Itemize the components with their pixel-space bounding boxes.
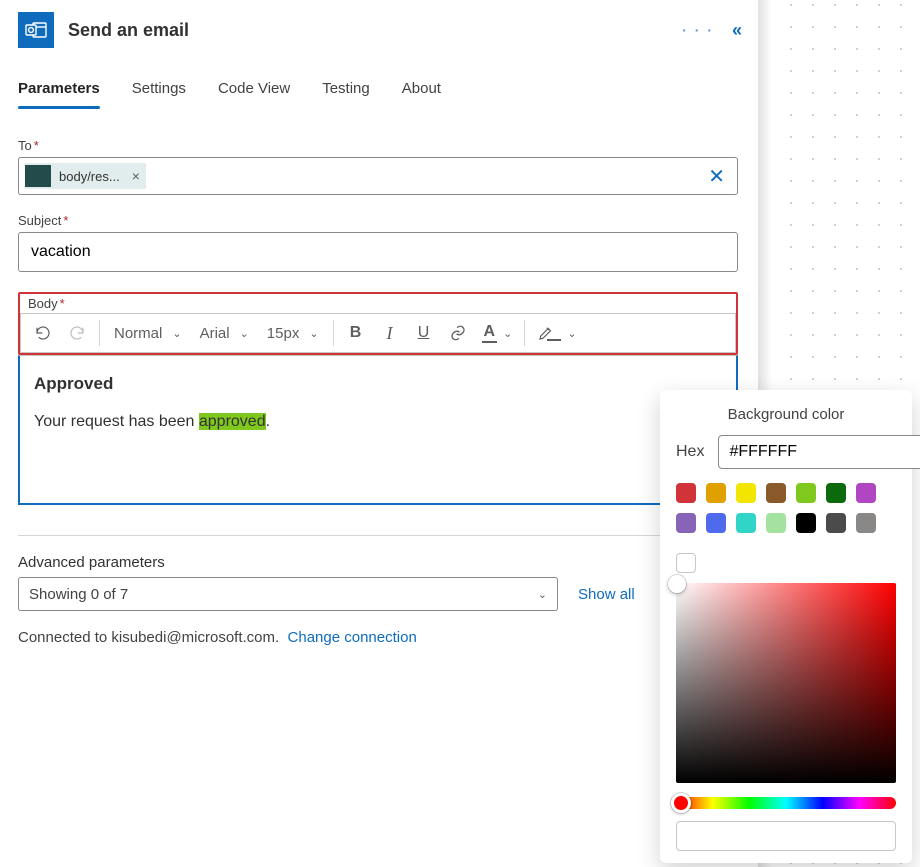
body-line: Your request has been approved. bbox=[34, 409, 722, 435]
color-swatch[interactable] bbox=[766, 483, 786, 503]
tab-about[interactable]: About bbox=[402, 74, 441, 109]
tab-bar: Parameters Settings Code View Testing Ab… bbox=[18, 74, 742, 110]
color-swatch[interactable] bbox=[796, 483, 816, 503]
advanced-parameters-dropdown[interactable]: Showing 0 of 7 ⌄ bbox=[18, 577, 558, 611]
connected-account: kisubedi@microsoft.com. bbox=[111, 629, 279, 646]
color-swatch[interactable] bbox=[826, 513, 846, 533]
action-config-panel: Send an email · · · « Parameters Setting… bbox=[0, 0, 760, 664]
required-marker: * bbox=[60, 296, 65, 311]
hex-label: Hex bbox=[676, 443, 704, 461]
font-size-dropdown[interactable]: 15px⌄ bbox=[259, 317, 327, 349]
paragraph-format-dropdown[interactable]: Normal⌄ bbox=[106, 317, 190, 349]
toolbar-separator bbox=[333, 320, 334, 346]
color-swatch[interactable] bbox=[676, 513, 696, 533]
body-label: Body* bbox=[28, 296, 65, 311]
hue-slider[interactable] bbox=[676, 797, 896, 809]
color-swatch-white[interactable] bbox=[676, 553, 696, 573]
tab-settings[interactable]: Settings bbox=[132, 74, 186, 109]
color-swatch[interactable] bbox=[856, 513, 876, 533]
highlight-color-button[interactable]: ⌄ bbox=[531, 317, 582, 349]
token-source-icon bbox=[25, 165, 51, 187]
token-remove-icon[interactable]: × bbox=[132, 168, 140, 184]
link-button[interactable] bbox=[442, 317, 474, 349]
required-marker: * bbox=[63, 213, 68, 228]
chevron-down-icon: ⌄ bbox=[538, 588, 547, 601]
sv-thumb[interactable] bbox=[668, 575, 686, 593]
underline-button[interactable]: U bbox=[408, 317, 440, 349]
more-actions-icon[interactable]: · · · bbox=[682, 22, 714, 38]
body-heading: Approved bbox=[34, 370, 722, 397]
body-field-highlight: Body* Normal⌄ Arial⌄ 15px⌄ bbox=[18, 292, 738, 355]
highlighted-text: approved bbox=[199, 413, 266, 430]
color-popup-title: Background color bbox=[676, 406, 896, 423]
subject-input-wrap bbox=[18, 232, 738, 272]
hex-input[interactable] bbox=[718, 435, 920, 469]
toolbar-separator bbox=[524, 320, 525, 346]
to-label: To* bbox=[18, 138, 738, 153]
font-color-button[interactable]: A⌄ bbox=[476, 317, 519, 349]
chevron-down-icon: ⌄ bbox=[567, 327, 576, 340]
italic-button[interactable]: I bbox=[374, 317, 406, 349]
color-swatch[interactable] bbox=[706, 513, 726, 533]
chevron-down-icon: ⌄ bbox=[309, 327, 318, 340]
bold-button[interactable]: B bbox=[340, 317, 372, 349]
advanced-parameters-label: Advanced parameters bbox=[18, 554, 738, 571]
color-swatch[interactable] bbox=[706, 483, 726, 503]
outlook-icon bbox=[18, 12, 54, 48]
change-connection-link[interactable]: Change connection bbox=[288, 629, 417, 646]
token-label: body/res... bbox=[59, 169, 120, 184]
tab-parameters[interactable]: Parameters bbox=[18, 74, 100, 109]
color-swatch[interactable] bbox=[736, 513, 756, 533]
body-editor[interactable]: Approved Your request has been approved. bbox=[18, 355, 738, 505]
subject-label: Subject* bbox=[18, 213, 738, 228]
color-swatch-grid bbox=[676, 483, 896, 573]
toolbar-separator bbox=[99, 320, 100, 346]
connection-info: Connected to kisubedi@microsoft.com. Cha… bbox=[18, 611, 738, 664]
color-swatch[interactable] bbox=[766, 513, 786, 533]
color-swatch[interactable] bbox=[736, 483, 756, 503]
dynamic-content-token[interactable]: body/res... × bbox=[25, 163, 146, 189]
section-divider bbox=[18, 535, 738, 536]
color-swatch[interactable] bbox=[676, 483, 696, 503]
to-input[interactable]: body/res... × ✕ bbox=[18, 157, 738, 195]
redo-button[interactable] bbox=[61, 317, 93, 349]
undo-button[interactable] bbox=[27, 317, 59, 349]
font-family-dropdown[interactable]: Arial⌄ bbox=[192, 317, 257, 349]
rich-text-toolbar: Normal⌄ Arial⌄ 15px⌄ B I U A⌄ bbox=[20, 313, 736, 353]
background-color-popup: Background color Hex bbox=[660, 390, 912, 863]
color-swatch[interactable] bbox=[856, 483, 876, 503]
tab-code-view[interactable]: Code View bbox=[218, 74, 290, 109]
show-all-link[interactable]: Show all bbox=[578, 586, 635, 603]
required-marker: * bbox=[34, 138, 39, 153]
color-preview-box bbox=[676, 821, 896, 851]
hue-thumb[interactable] bbox=[671, 793, 691, 813]
saturation-value-picker[interactable] bbox=[676, 583, 896, 783]
color-swatch[interactable] bbox=[826, 483, 846, 503]
panel-title: Send an email bbox=[68, 20, 668, 41]
panel-header: Send an email · · · « bbox=[18, 12, 742, 74]
chevron-down-icon: ⌄ bbox=[240, 327, 249, 340]
clear-field-icon[interactable]: ✕ bbox=[702, 164, 731, 189]
collapse-panel-icon[interactable]: « bbox=[732, 20, 742, 41]
subject-input[interactable] bbox=[25, 237, 731, 267]
chevron-down-icon: ⌄ bbox=[172, 327, 181, 340]
color-swatch[interactable] bbox=[796, 513, 816, 533]
tab-testing[interactable]: Testing bbox=[322, 74, 370, 109]
chevron-down-icon: ⌄ bbox=[503, 327, 512, 340]
parameters-form: To* body/res... × ✕ Subject* Body* bbox=[18, 110, 738, 664]
